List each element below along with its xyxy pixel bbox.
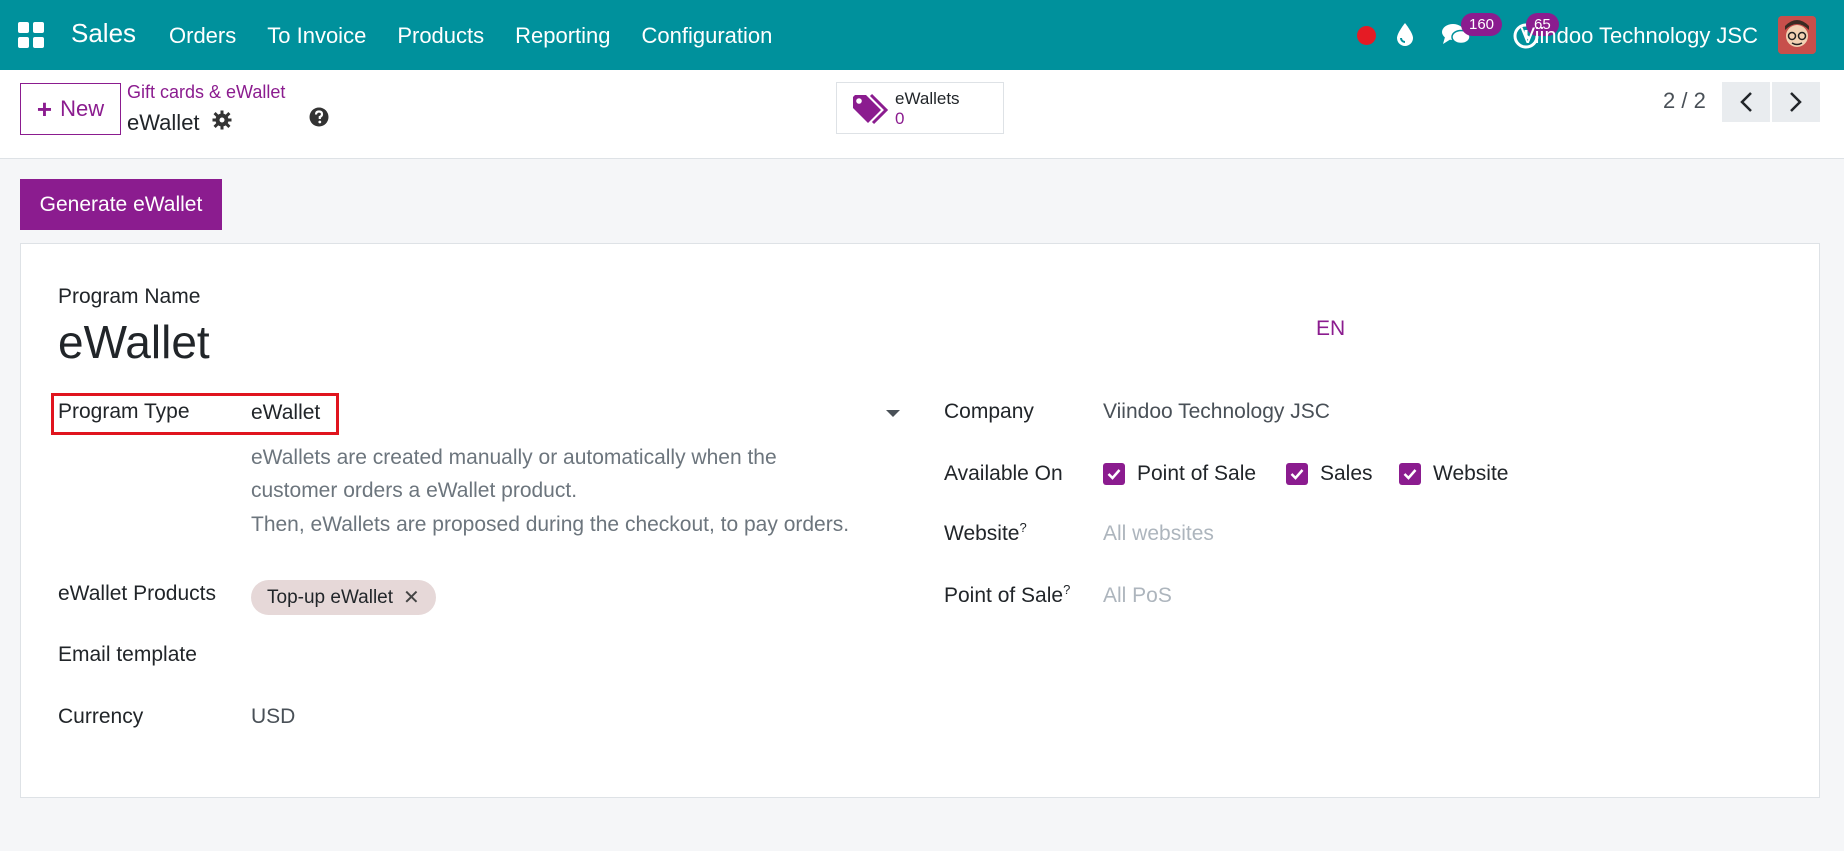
- check-icon: [1403, 469, 1417, 480]
- record-name: eWallet: [127, 110, 200, 135]
- program-type-help-line-3: Then, eWallets are proposed during the c…: [251, 513, 850, 536]
- breadcrumb[interactable]: Gift cards & eWallet: [127, 82, 285, 103]
- sales-option[interactable]: Sales: [1320, 462, 1373, 486]
- available-on-label: Available On: [944, 462, 1063, 485]
- language-button[interactable]: EN: [1316, 317, 1345, 341]
- currency-field[interactable]: USD: [251, 705, 295, 729]
- website-tooltip-mark[interactable]: ?: [1019, 520, 1026, 535]
- website-label: Website?: [944, 520, 1027, 546]
- program-type-help-line-1: eWallets are created manually or automat…: [251, 446, 777, 469]
- company-field[interactable]: Viindoo Technology JSC: [1103, 400, 1330, 424]
- currency-label: Currency: [58, 705, 144, 728]
- new-button-label: New: [60, 96, 105, 121]
- point-of-sale-field[interactable]: All PoS: [1103, 584, 1172, 608]
- remove-tag-icon[interactable]: ✕: [403, 585, 420, 610]
- menu-products[interactable]: Products: [397, 23, 484, 49]
- product-tag: Top-up eWallet ✕: [251, 580, 436, 615]
- record-title: eWallet: [127, 110, 232, 136]
- check-icon: [1107, 469, 1121, 480]
- caret-down-icon[interactable]: [886, 410, 900, 417]
- website-label-text: Website: [944, 522, 1020, 545]
- program-name-field[interactable]: eWallet: [58, 315, 210, 369]
- form-sheet: Program Name eWallet EN Program Type eWa…: [20, 243, 1820, 798]
- sales-checkbox[interactable]: [1286, 463, 1308, 485]
- company-label: Company: [944, 400, 1034, 423]
- generate-ewallet-button[interactable]: Generate eWallet: [20, 179, 222, 230]
- pager-next-button[interactable]: [1772, 82, 1820, 122]
- point-of-sale-label-text: Point of Sale: [944, 584, 1064, 607]
- help-icon[interactable]: [309, 107, 329, 132]
- stat-value: 0: [895, 109, 905, 128]
- new-button[interactable]: + New: [20, 83, 121, 135]
- program-type-label: Program Type: [58, 400, 190, 423]
- website-field[interactable]: All websites: [1103, 522, 1214, 546]
- email-template-label: Email template: [58, 643, 197, 666]
- app-name[interactable]: Sales: [71, 18, 136, 49]
- website-option[interactable]: Website: [1433, 462, 1508, 486]
- gear-icon[interactable]: [212, 110, 232, 136]
- ewallet-products-label: eWallet Products: [58, 582, 216, 605]
- check-icon: [1290, 469, 1304, 480]
- point-of-sale-checkbox[interactable]: [1103, 463, 1125, 485]
- ewallets-stat-button[interactable]: eWallets 0: [836, 82, 1004, 134]
- website-checkbox[interactable]: [1399, 463, 1421, 485]
- point-of-sale-option[interactable]: Point of Sale: [1137, 462, 1256, 486]
- main-menu: Orders To Invoice Products Reporting Con…: [169, 23, 803, 49]
- product-tag-label: Top-up eWallet: [267, 586, 394, 608]
- user-avatar[interactable]: [1778, 16, 1816, 54]
- chat-badge: 160: [1461, 13, 1503, 36]
- program-type-select[interactable]: eWallet: [251, 401, 320, 425]
- stat-label: eWallets: [895, 89, 960, 108]
- menu-reporting[interactable]: Reporting: [515, 23, 610, 49]
- plus-icon: +: [36, 94, 53, 124]
- pager-value[interactable]: 2 / 2: [1663, 88, 1706, 114]
- chevron-left-icon: [1740, 92, 1752, 112]
- pos-tooltip-mark[interactable]: ?: [1063, 582, 1070, 597]
- menu-orders[interactable]: Orders: [169, 23, 236, 49]
- tags-icon: [851, 93, 889, 132]
- top-navbar: Sales Orders To Invoice Products Reporti…: [0, 0, 1844, 70]
- apps-menu-icon[interactable]: [18, 22, 44, 48]
- chevron-right-icon: [1790, 92, 1802, 112]
- record-indicator-icon[interactable]: [1357, 26, 1376, 45]
- menu-to-invoice[interactable]: To Invoice: [267, 23, 366, 49]
- pager-previous-button[interactable]: [1722, 82, 1770, 122]
- menu-configuration[interactable]: Configuration: [642, 23, 773, 49]
- theme-drop-icon[interactable]: [1396, 22, 1414, 51]
- program-type-help-line-2: customer orders a eWallet product.: [251, 479, 578, 502]
- control-panel: + New Gift cards & eWallet eWallet eWalle…: [0, 70, 1844, 159]
- company-switcher[interactable]: Viindoo Technology JSC: [1520, 23, 1758, 49]
- program-name-label: Program Name: [58, 285, 201, 308]
- point-of-sale-label: Point of Sale?: [944, 582, 1070, 608]
